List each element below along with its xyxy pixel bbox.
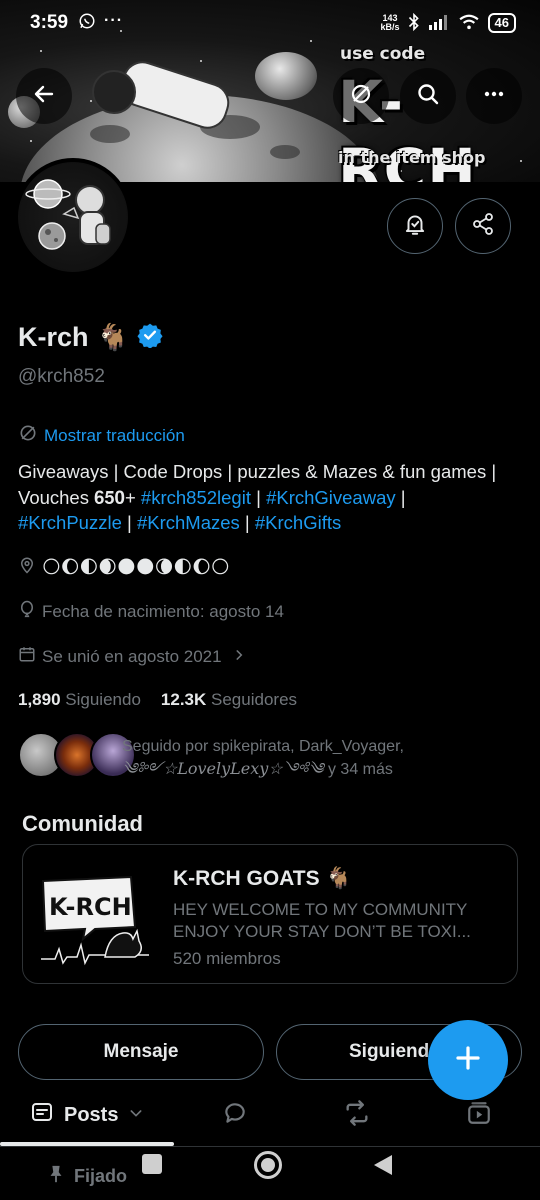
balloon-icon (18, 600, 36, 623)
plus-icon (453, 1043, 483, 1078)
profile-location: 🌕🌔🌓🌒🌑🌑🌘🌓🌔🌕 (18, 556, 230, 579)
whatsapp-icon (78, 12, 96, 35)
verified-badge-icon[interactable] (137, 322, 163, 353)
show-translation-link[interactable]: Mostrar traducción (18, 423, 185, 448)
profile-name: K-rch (18, 322, 89, 352)
bio-vouches: Vouches 𝟔𝟓𝟎+ (18, 486, 141, 508)
wifi-icon (458, 14, 480, 33)
profile-joined[interactable]: Se unió en agosto 2021 (18, 645, 246, 668)
hashtag-link[interactable]: #KrchPuzzle (18, 512, 122, 533)
followers-count-link[interactable]: 12.3K Seguidores (161, 690, 297, 710)
tab-posts[interactable]: Posts (30, 1100, 144, 1130)
birthday-text: Fecha de nacimiento: agosto 14 (42, 601, 284, 621)
planet-art (255, 52, 317, 100)
community-section-title: Comunidad (22, 811, 143, 836)
hashtag-link[interactable]: #krch852legit (141, 487, 251, 508)
share-icon (471, 212, 495, 241)
banner-text-use-code: use code (340, 44, 426, 64)
search-button[interactable] (400, 68, 456, 124)
share-button[interactable] (455, 198, 511, 254)
back-button[interactable] (16, 68, 72, 124)
battery-indicator: 46 (487, 13, 516, 33)
community-description: HEY WELCOME TO MY COMMUNITY ENJOY YOUR S… (173, 900, 471, 941)
posts-icon (30, 1100, 54, 1130)
community-image: K-RCH (35, 857, 153, 975)
profile-bio: Giveaways | Code Drops | puzzles & Mazes… (18, 461, 497, 533)
profile-name-row: K-rch 🐐 (18, 322, 163, 353)
location-pin-icon (18, 556, 36, 579)
community-name-row: K-RCH GOATS 🐐 (173, 867, 352, 891)
status-time: 3:59 (30, 12, 69, 33)
goat-emoji: 🐐 (325, 867, 352, 890)
joined-text: Se unió en agosto 2021 (42, 646, 222, 666)
show-translation-label: Mostrar traducción (44, 425, 185, 445)
community-name: K-RCH GOATS (173, 867, 320, 890)
signal-icon (428, 14, 450, 33)
translate-banner-button[interactable] (333, 68, 389, 124)
community-members-count: 520 miembros (173, 949, 281, 968)
network-speed: 143 kB/s (380, 13, 400, 32)
notifications-toggle-button[interactable] (387, 198, 443, 254)
chevron-right-icon (232, 647, 246, 667)
search-icon (416, 82, 440, 111)
translate-icon (18, 423, 38, 448)
banner-text-item-shop: in the item shop (338, 148, 486, 167)
pin-icon (48, 1164, 64, 1189)
tab-reposts[interactable] (342, 1099, 372, 1132)
arrow-left-icon (32, 82, 56, 111)
compose-post-button[interactable] (428, 1020, 508, 1100)
more-horizontal-icon (482, 82, 506, 111)
svg-text:K-RCH: K-RCH (49, 893, 132, 921)
more-options-button[interactable] (466, 68, 522, 124)
followed-by-avatars[interactable] (18, 732, 136, 778)
hashtag-link[interactable]: #KrchGifts (255, 512, 341, 533)
status-bar: 3:59 ··· 143 kB/s 46 (0, 0, 540, 46)
calendar-icon (18, 645, 36, 668)
bio-text: Giveaways | Code Drops | puzzles & Mazes… (18, 461, 497, 482)
goat-emoji: 🐐 (96, 322, 129, 352)
tab-divider (0, 1146, 540, 1147)
bluetooth-icon (408, 12, 420, 34)
chevron-down-icon (128, 1104, 144, 1127)
hashtag-link[interactable]: #KrchMazes (137, 512, 240, 533)
following-count-link[interactable]: 1,890 Siguiendo (18, 690, 141, 710)
hashtag-link[interactable]: #KrchGiveaway (266, 487, 396, 508)
recents-button[interactable] (142, 1154, 162, 1174)
followed-by-text[interactable]: Seguido por spikepirata, Dark_Voyager, ༄… (122, 736, 522, 781)
repost-icon (343, 1099, 371, 1132)
community-card[interactable]: K-RCH K-RCH GOATS 🐐 HEY WELCOME TO MY CO… (22, 844, 518, 984)
avatar[interactable] (14, 158, 132, 276)
tab-posts-label: Posts (64, 1103, 119, 1126)
message-button[interactable]: Mensaje (18, 1024, 264, 1080)
video-icon (466, 1100, 492, 1131)
more-notifications-icon: ··· (104, 11, 124, 29)
profile-handle: @krch852 (18, 366, 105, 387)
back-nav-button[interactable] (372, 1153, 394, 1182)
follow-counts: 1,890 Siguiendo 12.3K Seguidores (18, 690, 297, 710)
location-text: 🌕🌔🌓🌒🌑🌑🌘🌓🌔🌕 (42, 557, 230, 577)
profile-birthday: Fecha de nacimiento: agosto 14 (18, 600, 284, 623)
bell-check-icon (402, 211, 428, 242)
astronaut-helmet-art (92, 70, 136, 114)
pinned-post-label: Fijado (48, 1164, 127, 1189)
tab-media[interactable] (464, 1100, 494, 1130)
home-button[interactable] (254, 1151, 282, 1179)
translate-off-icon (349, 82, 373, 111)
reply-bubble-icon (222, 1100, 248, 1131)
tab-replies[interactable] (220, 1100, 250, 1130)
